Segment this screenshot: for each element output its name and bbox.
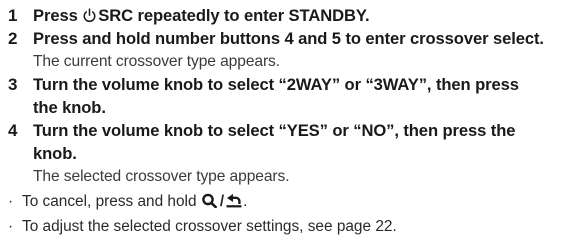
tips-list: · To cancel, press and hold /. · To adju… (8, 189, 574, 239)
power-icon (83, 8, 96, 23)
step-number: 4 (8, 121, 18, 140)
step-1: 1 Press SRC repeatedly to enter STANDBY. (8, 4, 574, 27)
search-icon (202, 193, 217, 208)
step-text-line: Turn the volume knob to select “YES” or … (33, 121, 516, 140)
step-text-prefix: Press (33, 6, 83, 25)
step-3: 3 Turn the volume knob to select “2WAY” … (8, 73, 574, 119)
tip-text: To cancel, press and hold /. (22, 189, 247, 214)
step-body: Press and hold number buttons 4 and 5 to… (33, 27, 574, 73)
step-text-line: knob. (33, 144, 77, 163)
bullet-marker: · (8, 218, 14, 235)
step-4: 4 Turn the volume knob to select “YES” o… (8, 119, 574, 188)
step-2: 2 Press and hold number buttons 4 and 5 … (8, 27, 574, 73)
tip-text: To adjust the selected crossover setting… (22, 218, 397, 235)
manual-page: 1 Press SRC repeatedly to enter STANDBY.… (0, 0, 580, 250)
back-icon (226, 194, 242, 208)
step-body: Press SRC repeatedly to enter STANDBY. (33, 4, 574, 27)
step-body: Turn the volume knob to select “YES” or … (33, 119, 574, 188)
step-number: 1 (8, 6, 18, 25)
step-number: 3 (8, 75, 18, 94)
tip-item: · To cancel, press and hold /. (8, 189, 574, 214)
step-number: 2 (8, 29, 18, 48)
step-text-line: the knob. (33, 98, 106, 117)
step-text-main: SRC repeatedly to enter STANDBY. (98, 6, 370, 25)
step-note: The current crossover type appears. (33, 53, 280, 70)
step-text: Press SRC repeatedly to enter STANDBY. (33, 4, 574, 27)
tip-item: · To adjust the selected crossover setti… (8, 214, 574, 239)
bullet-marker: · (8, 193, 14, 210)
tip-text-suffix: . (243, 193, 248, 210)
step-note: The selected crossover type appears. (33, 168, 290, 185)
step-text-line: Turn the volume knob to select “2WAY” or… (33, 75, 519, 94)
tip-text-main: To cancel, press and hold (22, 193, 201, 210)
step-text: Press and hold number buttons 4 and 5 to… (33, 29, 544, 48)
instruction-steps: 1 Press SRC repeatedly to enter STANDBY.… (8, 4, 574, 188)
step-body: Turn the volume knob to select “2WAY” or… (33, 73, 574, 119)
